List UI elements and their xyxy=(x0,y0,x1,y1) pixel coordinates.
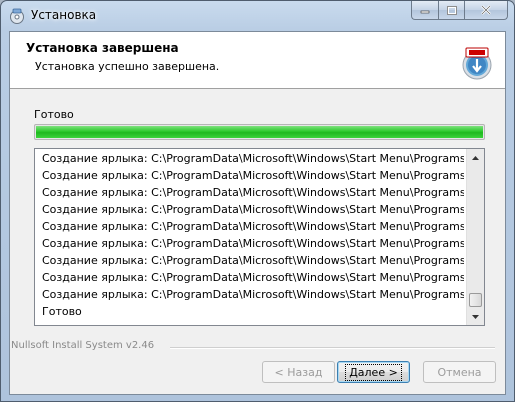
status-label: Готово xyxy=(34,108,74,121)
close-button[interactable] xyxy=(464,1,508,20)
log-line: Создание ярлыка: C:\ProgramData\Microsof… xyxy=(42,237,464,250)
close-icon xyxy=(481,5,491,15)
branding-text: Nullsoft Install System v2.46 xyxy=(11,340,155,351)
installer-disc-icon xyxy=(9,8,25,24)
log-line: Создание ярлыка: C:\ProgramData\Microsof… xyxy=(42,220,464,233)
log-line: Создание ярлыка: C:\ProgramData\Microsof… xyxy=(42,169,464,182)
next-button-label: Далее > xyxy=(345,363,402,381)
log-line: Создание ярлыка: C:\ProgramData\Microsof… xyxy=(42,203,464,216)
header-subtitle: Установка успешно завершена. xyxy=(35,60,220,73)
footer-divider xyxy=(170,347,495,349)
log-line: Создание ярлыка: C:\ProgramData\Microsof… xyxy=(42,288,464,301)
maximize-button[interactable] xyxy=(438,1,464,20)
scroll-down-icon xyxy=(472,314,479,319)
progress-fill xyxy=(36,126,483,138)
next-button[interactable]: Далее > xyxy=(337,361,410,383)
scrollbar-thumb[interactable] xyxy=(469,293,482,307)
install-box-icon xyxy=(460,46,494,80)
minimize-button[interactable] xyxy=(411,1,438,20)
header-panel: Установка завершена Установка успешно за… xyxy=(10,32,505,89)
cancel-button[interactable]: Отмена xyxy=(423,361,496,383)
log-line: Создание ярлыка: C:\ProgramData\Microsof… xyxy=(42,186,464,199)
log-line: Создание ярлыка: C:\ProgramData\Microsof… xyxy=(42,271,464,284)
back-button[interactable]: < Назад xyxy=(262,361,335,383)
scroll-up-icon xyxy=(472,155,479,160)
maximize-icon xyxy=(446,5,457,15)
scroll-down-button[interactable] xyxy=(467,308,484,325)
log-line: Готово xyxy=(42,305,82,318)
installer-window: Установка Установка завершена Установка … xyxy=(0,0,515,402)
header-title: Установка завершена xyxy=(26,41,179,55)
log-line: Создание ярлыка: C:\ProgramData\Microsof… xyxy=(42,254,464,267)
progress-bar xyxy=(34,124,485,140)
scroll-up-button[interactable] xyxy=(467,149,484,166)
log-line: Создание ярлыка: C:\ProgramData\Microsof… xyxy=(42,152,464,165)
installer-client-area: Установка завершена Установка успешно за… xyxy=(9,31,506,395)
cancel-button-label: Отмена xyxy=(437,365,482,379)
details-log-list[interactable]: Создание ярлыка: C:\ProgramData\Microsof… xyxy=(34,148,485,326)
vertical-scrollbar[interactable] xyxy=(466,149,484,325)
window-title: Установка xyxy=(31,8,97,22)
back-button-label: < Назад xyxy=(274,365,323,379)
caption-buttons xyxy=(411,1,508,21)
minimize-icon xyxy=(420,10,430,14)
title-bar[interactable]: Установка xyxy=(1,1,514,31)
